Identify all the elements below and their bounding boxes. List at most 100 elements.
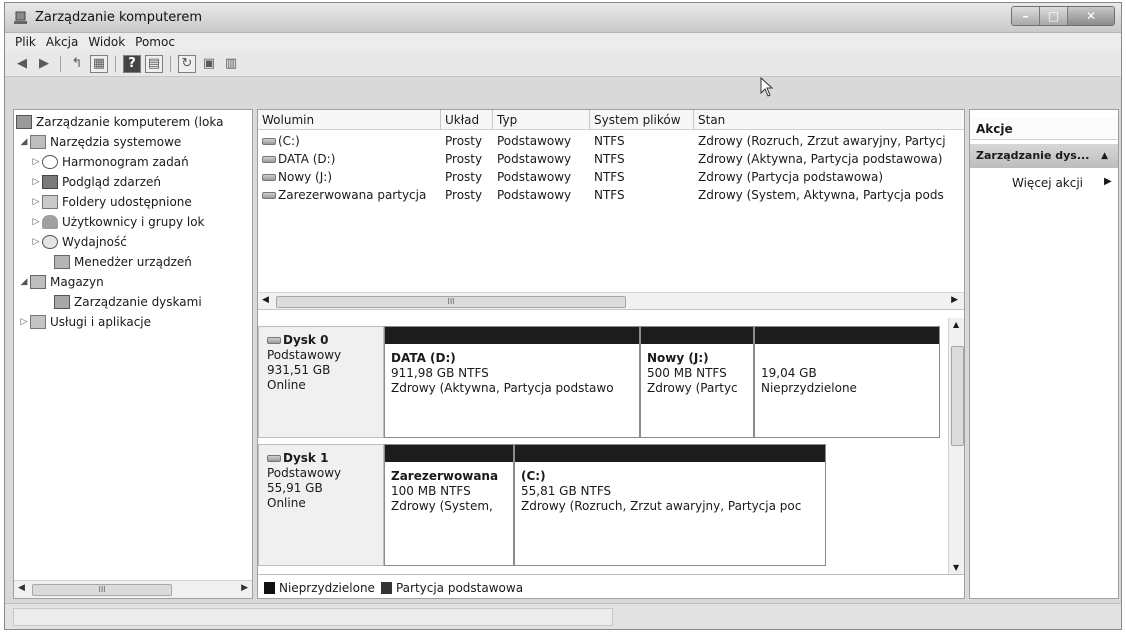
volume-list-horizontal-scrollbar[interactable]: ◀ III ▶: [258, 292, 964, 310]
scroll-right-icon[interactable]: ▶: [951, 295, 958, 305]
scroll-thumb[interactable]: III: [32, 584, 172, 596]
computer-management-icon: [16, 115, 32, 129]
back-icon[interactable]: ◀: [13, 55, 31, 73]
expand-arrow-icon[interactable]: ▷: [30, 157, 42, 167]
partition-unallocated[interactable]: 19,04 GB Nieprzydzielone: [754, 326, 940, 438]
tree-item-label: Foldery udostępnione: [62, 195, 192, 209]
collapse-arrow-icon[interactable]: ◢: [18, 277, 30, 287]
help-icon[interactable]: ?: [123, 54, 141, 73]
partition-name: [761, 351, 933, 366]
layout-cell: Prosty: [445, 188, 483, 202]
tree-item-label: Magazyn: [50, 275, 104, 289]
navigation-tree: Zarządzanie komputerem (loka ◢ Narzędzia…: [13, 109, 253, 599]
drive-icon: [262, 174, 276, 181]
disk-view-icon[interactable]: ▥: [222, 55, 240, 73]
expand-arrow-icon[interactable]: ▷: [30, 177, 42, 187]
tree-item-performance[interactable]: ▷ Wydajność: [30, 232, 127, 252]
column-header-filesystem[interactable]: System plików: [590, 110, 694, 130]
partition-data-d[interactable]: DATA (D:) 911,98 GB NTFS Zdrowy (Aktywna…: [384, 326, 640, 438]
expand-arrow-icon[interactable]: ▷: [30, 217, 42, 227]
expand-arrow-icon[interactable]: ▷: [30, 197, 42, 207]
column-header-status[interactable]: Stan: [694, 110, 964, 130]
table-row[interactable]: DATA (D:) Prosty Podstawowy NTFS Zdrowy …: [258, 150, 964, 168]
system-tools-icon: [30, 135, 46, 149]
action-pane-icon[interactable]: ▤: [145, 54, 163, 73]
refresh-icon[interactable]: ↻: [178, 54, 196, 73]
tree-item-system-tools[interactable]: ◢ Narzędzia systemowe: [18, 132, 181, 152]
scroll-right-icon[interactable]: ▶: [241, 583, 248, 593]
disk-1-label[interactable]: Dysk 1 Podstawowy 55,91 GB Online: [258, 444, 384, 566]
menu-view[interactable]: Widok: [88, 35, 125, 49]
scroll-up-icon[interactable]: ▲: [953, 320, 959, 329]
expand-arrow-icon[interactable]: ▷: [30, 237, 42, 247]
partition-status: Zdrowy (Partyc: [647, 381, 738, 395]
title-bar[interactable]: Zarządzanie komputerem – □ ✕: [5, 3, 1121, 33]
close-button[interactable]: ✕: [1068, 7, 1114, 25]
window-title: Zarządzanie komputerem: [35, 10, 203, 25]
tree-item-event-viewer[interactable]: ▷ Podgląd zdarzeń: [30, 172, 161, 192]
scroll-thumb[interactable]: III: [276, 296, 626, 308]
forward-icon[interactable]: ▶: [35, 55, 53, 73]
scroll-left-icon[interactable]: ◀: [262, 295, 269, 305]
tree-item-shared-folders[interactable]: ▷ Foldery udostępnione: [30, 192, 192, 212]
partition-size: 55,81 GB NTFS: [521, 484, 612, 498]
column-header-layout[interactable]: Układ: [441, 110, 493, 130]
more-actions-item[interactable]: Więcej akcji ▶: [1012, 176, 1112, 190]
shared-folder-icon: [42, 195, 58, 209]
disk-icon: [267, 455, 281, 462]
tree-item-label: Podgląd zdarzeń: [62, 175, 161, 189]
partition-reserved[interactable]: Zarezerwowana 100 MB NTFS Zdrowy (System…: [384, 444, 514, 566]
tree-item-root[interactable]: Zarządzanie komputerem (loka: [16, 112, 223, 132]
table-row[interactable]: (C:) Prosty Podstawowy NTFS Zdrowy (Rozr…: [258, 132, 964, 150]
computer-management-window: Zarządzanie komputerem – □ ✕ Plik Akcja …: [4, 2, 1122, 630]
show-hide-tree-icon[interactable]: ▦: [90, 54, 108, 73]
more-actions-label: Więcej akcji: [1012, 176, 1084, 190]
menu-file[interactable]: Plik: [15, 35, 36, 49]
filesystem-cell: NTFS: [594, 134, 625, 148]
tree-item-task-scheduler[interactable]: ▷ Harmonogram zadań: [30, 152, 189, 172]
scroll-thumb[interactable]: [951, 346, 964, 446]
disk-kind: Podstawowy: [267, 466, 342, 480]
partition-size: 100 MB NTFS: [391, 484, 471, 498]
column-header-volume[interactable]: Wolumin: [258, 110, 441, 130]
tree-item-local-users[interactable]: ▷ Użytkownicy i grupy lok: [30, 212, 204, 232]
menu-action[interactable]: Akcja: [46, 35, 78, 49]
volume-name: Nowy (J:): [278, 170, 332, 184]
partition-c[interactable]: (C:) 55,81 GB NTFS Zdrowy (Rozruch, Zrzu…: [514, 444, 826, 566]
table-row[interactable]: Nowy (J:) Prosty Podstawowy NTFS Zdrowy …: [258, 168, 964, 186]
legend-unallocated: Nieprzydzielone: [279, 580, 375, 595]
tree-item-label: Usługi i aplikacje: [50, 315, 152, 329]
collapse-up-icon[interactable]: ▲: [1101, 144, 1108, 168]
mouse-cursor-icon: [760, 77, 774, 97]
actions-group-label: Zarządzanie dys...: [976, 149, 1090, 162]
minimize-button[interactable]: –: [1012, 7, 1040, 25]
partition-name: DATA (D:): [391, 351, 456, 365]
tree-item-services-apps[interactable]: ▷ Usługi i aplikacje: [18, 312, 151, 332]
tree-item-label: Harmonogram zadań: [62, 155, 189, 169]
maximize-button[interactable]: □: [1040, 7, 1068, 25]
tree-item-disk-management[interactable]: Zarządzanie dyskami: [42, 292, 202, 312]
layout-cell: Prosty: [445, 134, 483, 148]
scroll-left-icon[interactable]: ◀: [18, 583, 25, 593]
menu-help[interactable]: Pomoc: [135, 35, 175, 49]
properties-icon[interactable]: ▣: [200, 55, 218, 73]
column-header-type[interactable]: Typ: [493, 110, 590, 130]
disk-view-vertical-scrollbar[interactable]: ▲ ▼: [948, 318, 964, 574]
status-panel: [13, 608, 613, 626]
table-row[interactable]: Zarezerwowana partycja Prosty Podstawowy…: [258, 186, 964, 204]
type-cell: Podstawowy: [497, 152, 572, 166]
disk-0-label[interactable]: Dysk 0 Podstawowy 931,51 GB Online: [258, 326, 384, 438]
scroll-down-icon[interactable]: ▼: [953, 563, 959, 572]
collapse-arrow-icon[interactable]: ◢: [18, 137, 30, 147]
actions-group-disk-management[interactable]: Zarządzanie dys... ▲: [970, 144, 1118, 168]
tree-item-device-manager[interactable]: Menedżer urządzeń: [42, 252, 192, 272]
up-folder-icon[interactable]: ↰: [68, 55, 86, 73]
partition-nowy-j[interactable]: Nowy (J:) 500 MB NTFS Zdrowy (Partyc: [640, 326, 754, 438]
tree-horizontal-scrollbar[interactable]: ◀ III ▶: [14, 580, 252, 598]
toolbar-separator: [170, 55, 171, 72]
expand-arrow-icon[interactable]: ▷: [18, 317, 30, 327]
filesystem-cell: NTFS: [594, 170, 625, 184]
tree-item-storage[interactable]: ◢ Magazyn: [18, 272, 104, 292]
disk-icon: [267, 337, 281, 344]
partition-size: 500 MB NTFS: [647, 366, 727, 380]
